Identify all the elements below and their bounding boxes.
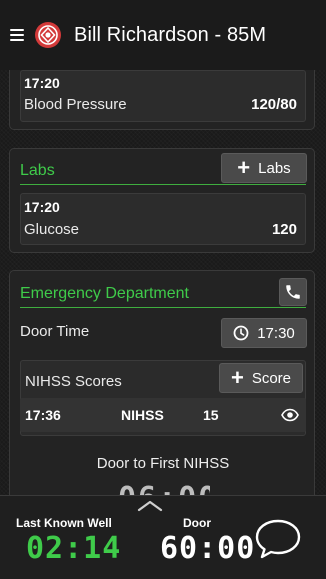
hamburger-menu-icon[interactable] — [10, 29, 24, 41]
add-labs-button[interactable]: + Labs — [221, 153, 307, 183]
door-label: Door — [183, 516, 211, 530]
nihss-row-time: 17:36 — [25, 407, 61, 423]
eye-icon[interactable] — [281, 408, 299, 422]
vitals-entry: 17:20 Blood Pressure 120/80 — [20, 70, 306, 122]
call-button[interactable] — [279, 278, 307, 306]
door-to-first-nihss-label: Door to First NIHSS — [96, 455, 230, 472]
clock-icon — [233, 325, 249, 341]
labs-label: Glucose — [24, 221, 80, 238]
app-header: Bill Richardson - 85M — [0, 0, 326, 70]
last-known-well-label: Last Known Well — [16, 516, 112, 530]
labs-divider — [20, 184, 306, 185]
add-labs-label: Labs — [258, 159, 291, 177]
last-known-well-timer: 02:14 — [26, 531, 122, 566]
labs-time: 17:20 — [24, 199, 60, 215]
labs-card: Labs + Labs 17:20 Glucose 120 — [9, 148, 315, 253]
chat-bubble-icon[interactable] — [254, 518, 302, 560]
add-score-label: Score — [251, 369, 292, 387]
door-time-value: 17:30 — [257, 324, 295, 342]
plus-icon: + — [237, 155, 251, 180]
app-logo-icon — [35, 22, 61, 48]
page-title: Bill Richardson - 85M — [74, 23, 267, 46]
labs-value: 120 — [271, 221, 297, 238]
add-score-button[interactable]: + Score — [219, 363, 303, 393]
nihss-scores-title: NIHSS Scores — [25, 373, 122, 390]
emergency-department-card: Emergency Department Door Time 17:30 NIH… — [9, 270, 315, 510]
emergency-department-title: Emergency Department — [20, 285, 189, 302]
nihss-row-score: 15 — [203, 407, 219, 423]
door-timer: 60:00 — [160, 531, 256, 566]
labs-title: Labs — [20, 162, 55, 179]
phone-icon — [286, 285, 300, 299]
door-time-button[interactable]: 17:30 — [221, 318, 307, 348]
labs-entry: 17:20 Glucose 120 — [20, 193, 306, 245]
emergency-divider — [20, 307, 306, 308]
vitals-value: 120/80 — [251, 96, 297, 113]
door-time-label: Door Time — [20, 323, 90, 340]
chevron-up-icon[interactable] — [137, 500, 163, 512]
vitals-label: Blood Pressure — [24, 96, 127, 113]
nihss-row-label: NIHSS — [121, 407, 164, 423]
nihss-score-row[interactable]: 17:36 NIHSS 15 — [20, 398, 306, 432]
vitals-time: 17:20 — [24, 75, 60, 91]
plus-icon: + — [230, 365, 244, 390]
